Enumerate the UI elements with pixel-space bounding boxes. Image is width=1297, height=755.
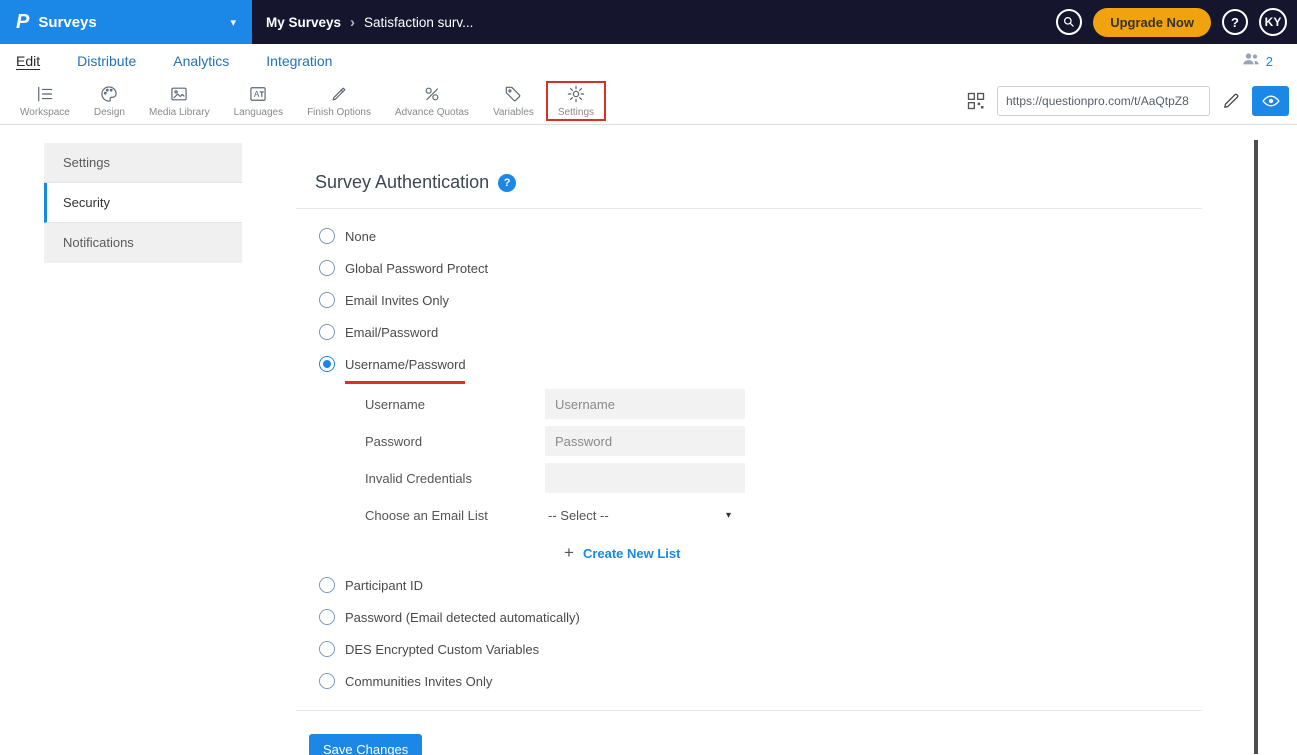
username-password-form: Username Password Invalid Credentials Ch…: [365, 389, 1202, 563]
tab-distribute[interactable]: Distribute: [77, 53, 136, 69]
toolbar-item-languages[interactable]: A Languages: [222, 81, 296, 121]
red-annotation-underline: [345, 381, 465, 384]
design-icon: [99, 84, 119, 104]
sidebar-item-settings[interactable]: Settings: [44, 143, 242, 183]
toolbar-item-workspace[interactable]: Workspace: [8, 81, 82, 121]
survey-url-input[interactable]: [997, 86, 1210, 116]
save-changes-button[interactable]: Save Changes: [309, 734, 422, 755]
upgrade-now-button[interactable]: Upgrade Now: [1093, 8, 1211, 37]
help-tooltip-icon[interactable]: ?: [498, 174, 516, 192]
page-title: Survey Authentication: [315, 172, 489, 193]
workspace-icon: [35, 84, 55, 104]
collaborators-button[interactable]: 2: [1241, 49, 1281, 74]
password-input[interactable]: [545, 426, 745, 456]
radio-selected-icon: [319, 356, 335, 372]
settings-content: Settings Security Notifications Survey A…: [0, 125, 1297, 755]
invalid-credentials-label: Invalid Credentials: [365, 471, 545, 486]
invalid-credentials-input[interactable]: [545, 463, 745, 493]
sidebar-item-security[interactable]: Security: [44, 183, 242, 223]
password-label: Password: [365, 434, 545, 449]
top-app-bar: P Surveys ▾ My Surveys › Satisfaction su…: [0, 0, 1297, 44]
media-library-icon: [169, 84, 189, 104]
divider: [296, 710, 1202, 711]
toolbar-item-design[interactable]: Design: [82, 81, 137, 121]
tab-integration[interactable]: Integration: [266, 53, 332, 69]
authentication-options: None Global Password Protect Email Invit…: [319, 220, 1202, 563]
email-list-label: Choose an Email List: [365, 508, 545, 523]
create-new-list-link[interactable]: + Create New List: [564, 543, 1202, 563]
qr-code-icon[interactable]: [966, 91, 986, 111]
tab-analytics[interactable]: Analytics: [173, 53, 229, 69]
email-list-select[interactable]: -- Select -- ▾: [545, 500, 737, 530]
radio-icon: [319, 577, 335, 593]
toolbar-item-finish-options[interactable]: Finish Options: [295, 81, 383, 121]
email-list-selected-value: -- Select --: [548, 508, 609, 523]
svg-text:A: A: [254, 89, 260, 99]
survey-nav-tabs: Edit Distribute Analytics Integration 2: [0, 44, 1297, 78]
radio-icon: [319, 292, 335, 308]
radio-icon: [319, 609, 335, 625]
collaborators-icon: [1241, 49, 1261, 74]
avatar[interactable]: KY: [1259, 8, 1287, 36]
radio-icon: [319, 228, 335, 244]
radio-icon: [319, 260, 335, 276]
chevron-down-icon: ▾: [230, 16, 236, 29]
advance-quotas-icon: [422, 84, 442, 104]
toolbar-item-media-library[interactable]: Media Library: [137, 81, 222, 121]
toolbar-share-group: [966, 86, 1289, 116]
topbar-actions: Upgrade Now ? KY: [1056, 0, 1297, 44]
username-label: Username: [365, 397, 545, 412]
create-new-list-label: Create New List: [583, 546, 681, 561]
finish-options-icon: [329, 84, 349, 104]
brand-name: Surveys: [38, 14, 96, 31]
sidebar-item-notifications[interactable]: Notifications: [44, 223, 242, 263]
toolbar-item-advance-quotas[interactable]: Advance Quotas: [383, 81, 481, 121]
breadcrumb-separator-icon: ›: [350, 14, 355, 31]
chevron-down-icon: ▾: [726, 510, 731, 521]
radio-option-email-password[interactable]: Email/Password: [319, 316, 1202, 348]
radio-option-des-encrypted-custom-variables[interactable]: DES Encrypted Custom Variables: [319, 633, 1202, 665]
preview-eye-button[interactable]: [1252, 86, 1289, 116]
breadcrumb: My Surveys › Satisfaction surv...: [252, 0, 473, 44]
radio-option-participant-id[interactable]: Participant ID: [319, 569, 1202, 601]
search-icon[interactable]: [1056, 9, 1082, 35]
languages-icon: A: [248, 84, 268, 104]
variables-icon: [503, 84, 523, 104]
radio-icon: [319, 324, 335, 340]
username-input[interactable]: [545, 389, 745, 419]
questionpro-logo: P: [16, 11, 29, 34]
edit-url-icon[interactable]: [1221, 91, 1241, 111]
radio-option-communities-invites-only[interactable]: Communities Invites Only: [319, 665, 1202, 697]
survey-edit-toolbar: Workspace Design Media Library A Languag…: [0, 78, 1297, 125]
radio-option-email-invites-only[interactable]: Email Invites Only: [319, 284, 1202, 316]
settings-icon: [566, 84, 586, 104]
breadcrumb-my-surveys[interactable]: My Surveys: [266, 15, 341, 30]
product-switcher[interactable]: P Surveys ▾: [0, 0, 252, 44]
radio-option-username-password[interactable]: Username/Password: [319, 348, 1202, 380]
divider: [296, 208, 1202, 209]
settings-sidebar: Settings Security Notifications: [44, 143, 242, 263]
radio-icon: [319, 673, 335, 689]
vertical-scrollbar[interactable]: [1254, 140, 1258, 754]
help-icon[interactable]: ?: [1222, 9, 1248, 35]
breadcrumb-current-survey: Satisfaction surv...: [364, 15, 473, 30]
authentication-options-bottom: Participant ID Password (Email detected …: [319, 569, 1202, 697]
toolbar-item-settings[interactable]: Settings: [546, 81, 606, 121]
tab-edit[interactable]: Edit: [16, 53, 40, 69]
radio-option-none[interactable]: None: [319, 220, 1202, 252]
radio-option-password-email-detected[interactable]: Password (Email detected automatically): [319, 601, 1202, 633]
radio-option-global-password-protect[interactable]: Global Password Protect: [319, 252, 1202, 284]
radio-icon: [319, 641, 335, 657]
toolbar-item-variables[interactable]: Variables: [481, 81, 546, 121]
collaborators-count: 2: [1266, 54, 1273, 69]
plus-icon: +: [564, 543, 574, 563]
security-settings-panel: Survey Authentication ? None Global Pass…: [296, 125, 1202, 755]
